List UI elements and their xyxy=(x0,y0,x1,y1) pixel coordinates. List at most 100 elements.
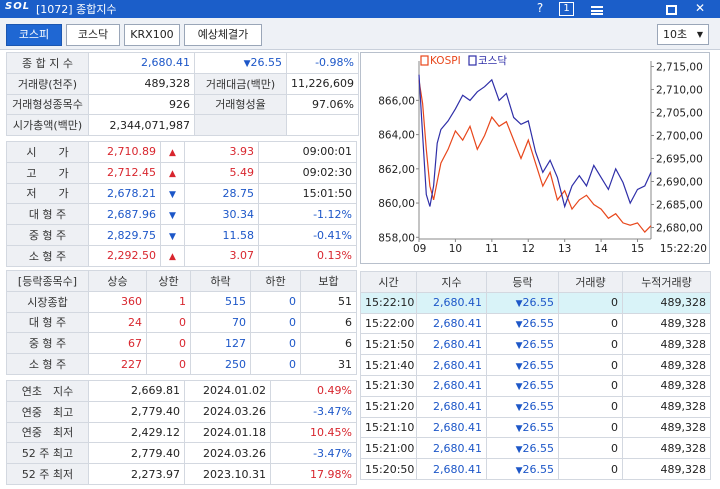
maximize-icon xyxy=(665,5,677,15)
ohlc-row: 소 형 주2,292.50 3.070.13% xyxy=(6,244,357,267)
ohlc-row: 시 가2,710.89 3.9309:00:01 xyxy=(6,141,357,163)
amount-value: 11,226,609 xyxy=(286,72,359,95)
annual-row: 연초 지수 2,669.81 2024.01.02 0.49% xyxy=(6,380,357,402)
ohlc-diff: 3.07 xyxy=(184,244,259,267)
limit-down-count: 0 xyxy=(250,332,301,355)
annual-row: 52 주 최고 2,779.40 2024.03.26 -3.47% xyxy=(6,442,357,465)
row-label: 소 형 주 xyxy=(6,353,89,375)
column-header[interactable]: 시간 xyxy=(360,271,417,293)
market-tab-bar: 코스피 코스닥 KRX100 예상체결가 xyxy=(0,18,720,50)
column-header[interactable]: 거래량 xyxy=(558,271,623,293)
limit-down-count: 0 xyxy=(250,290,301,313)
annual-rate: 10.45% xyxy=(270,421,357,444)
ohlc-diff: 28.75 xyxy=(184,182,259,205)
minimize-button[interactable] xyxy=(636,0,652,20)
right-tick-label: 2,695,00 xyxy=(656,154,703,166)
annual-rate: 17.98% xyxy=(270,463,357,485)
tick-row[interactable]: 15:21:402,680.4126.550489,328 xyxy=(360,354,711,376)
tick-time: 15:21:30 xyxy=(360,374,417,397)
tick-history-panel[interactable]: 시간지수등락거래량누적거래량15:22:102,680.4126.550489,… xyxy=(360,271,711,480)
decline-count: 515 xyxy=(190,290,251,313)
left-tick-label: 862,00 xyxy=(378,164,415,176)
tick-row[interactable]: 15:21:202,680.4126.550489,328 xyxy=(360,395,711,418)
close-button[interactable]: ✕ xyxy=(692,0,708,18)
column-header[interactable]: 지수 xyxy=(416,271,487,293)
tick-index: 2,680.41 xyxy=(416,416,487,439)
tick-volume: 0 xyxy=(558,354,623,376)
tick-time: 15:21:40 xyxy=(360,354,417,376)
tick-row[interactable]: 15:21:002,680.4126.550489,328 xyxy=(360,437,711,460)
row-label: 대 형 주 xyxy=(6,311,89,334)
annual-date: 2024.03.26 xyxy=(184,400,271,423)
tick-cumulative-volume: 489,328 xyxy=(622,312,711,335)
decline-count: 250 xyxy=(190,353,251,375)
ohlc-label: 시 가 xyxy=(6,141,89,163)
tick-time: 15:22:10 xyxy=(360,291,417,314)
annual-label: 연중 최고 xyxy=(6,400,89,423)
tick-row[interactable]: 15:21:502,680.4126.550489,328 xyxy=(360,333,711,356)
series-line-kospi xyxy=(418,80,652,234)
volume-value: 489,328 xyxy=(88,72,195,95)
annual-label: 52 주 최저 xyxy=(6,463,89,485)
column-header: [등락종목수] xyxy=(6,270,89,292)
column-header[interactable]: 등락 xyxy=(486,271,559,293)
tick-index: 2,680.41 xyxy=(416,374,487,397)
formed-rate-label: 거래형성율 xyxy=(194,93,287,116)
tick-volume: 0 xyxy=(558,437,623,460)
interval-select[interactable]: 10초 ▼ xyxy=(657,24,709,45)
tick-cumulative-volume: 489,328 xyxy=(622,395,711,418)
tick-index: 2,680.41 xyxy=(416,437,487,460)
annual-rate: 0.49% xyxy=(270,380,357,402)
advance-count: 227 xyxy=(88,353,147,375)
row-label: 시장종합 xyxy=(6,290,89,313)
column-header[interactable]: 누적거래량 xyxy=(622,271,711,293)
menu-button[interactable] xyxy=(589,0,605,18)
unchanged-count: 6 xyxy=(300,332,357,355)
tick-row[interactable]: 15:22:102,680.4126.550489,328 xyxy=(360,291,711,314)
column-header: 하한 xyxy=(250,270,301,292)
tick-row[interactable]: 15:22:002,680.4126.550489,328 xyxy=(360,312,711,335)
column-header: 하락 xyxy=(190,270,251,292)
advance-count: 24 xyxy=(88,311,147,334)
annual-date: 2024.01.18 xyxy=(184,421,271,444)
tick-index: 2,680.41 xyxy=(416,395,487,418)
tick-row[interactable]: 15:20:502,680.4126.550489,328 xyxy=(360,458,711,480)
annual-label: 연초 지수 xyxy=(6,380,89,402)
help-button[interactable]: ? xyxy=(532,0,548,18)
screen-number-button[interactable]: 1 xyxy=(559,2,574,16)
x-tick-label: 11 xyxy=(485,243,498,255)
tick-index: 2,680.41 xyxy=(416,291,487,314)
formed-rate-value: 97.06% xyxy=(286,93,359,116)
tick-row[interactable]: 15:21:102,680.4126.550489,328 xyxy=(360,416,711,439)
ohlc-time: 09:02:30 xyxy=(258,161,357,184)
annual-row: 연중 최고 2,779.40 2024.03.26 -3.47% xyxy=(6,400,357,423)
tick-change: 26.55 xyxy=(486,333,559,356)
tick-index: 2,680.41 xyxy=(416,458,487,480)
ohlc-row: 대 형 주2,687.96 30.34-1.12% xyxy=(6,203,357,226)
ohlc-label: 중 형 주 xyxy=(6,224,89,246)
ohlc-diff: 30.34 xyxy=(184,203,259,226)
index-value: 2,680.41 xyxy=(88,52,195,74)
intraday-chart[interactable]: 866,00 864,00 862,00 860,00 858,00 2,715,00 2,… xyxy=(360,52,710,264)
unchanged-count: 31 xyxy=(300,353,357,375)
up-arrow-icon xyxy=(160,161,185,184)
tab-kosdaq[interactable]: 코스닥 xyxy=(66,24,120,46)
index-label: 종 합 지 수 xyxy=(6,52,89,74)
chevron-down-icon: ▼ xyxy=(696,30,703,39)
amount-label: 거래대금(백만) xyxy=(194,72,287,95)
left-tick-label: 858,00 xyxy=(378,232,415,244)
ohlc-rate: 0.13% xyxy=(258,244,357,267)
close-icon: ✕ xyxy=(694,1,706,15)
advance-count: 67 xyxy=(88,332,147,355)
tick-cumulative-volume: 489,328 xyxy=(622,458,711,480)
advance-count: 360 xyxy=(88,290,147,313)
tab-kospi[interactable]: 코스피 xyxy=(6,24,62,46)
tab-expected-price[interactable]: 예상체결가 xyxy=(184,24,262,46)
tab-krx100[interactable]: KRX100 xyxy=(124,24,180,46)
ohlc-row: 중 형 주2,829.75 11.58-0.41% xyxy=(6,224,357,246)
unchanged-count: 6 xyxy=(300,311,357,334)
ohlc-label: 고 가 xyxy=(6,161,89,184)
limit-up-count: 1 xyxy=(146,290,191,313)
tick-row[interactable]: 15:21:302,680.4126.550489,328 xyxy=(360,374,711,397)
maximize-button[interactable] xyxy=(663,0,679,18)
